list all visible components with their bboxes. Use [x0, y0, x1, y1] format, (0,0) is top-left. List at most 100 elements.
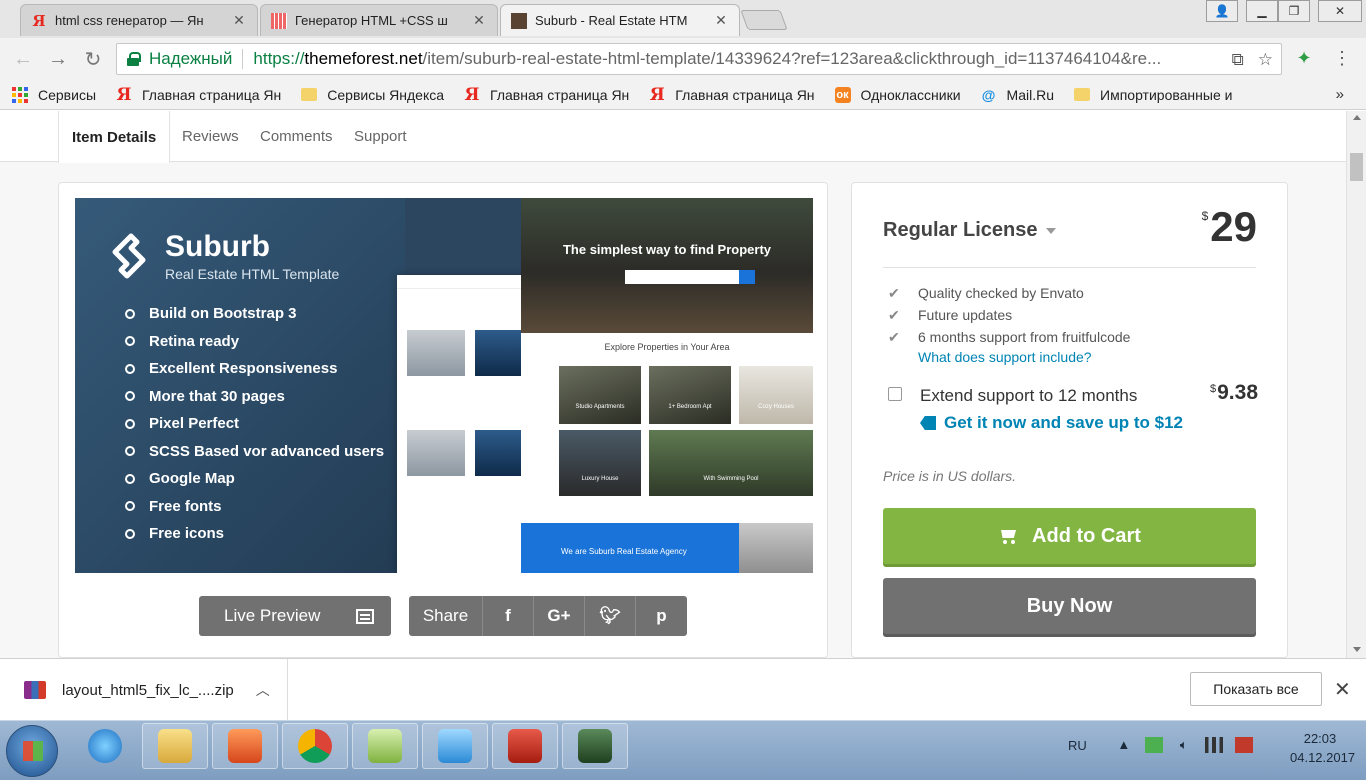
currency-symbol: $: [1201, 209, 1209, 223]
close-tab-icon[interactable]: ✕: [713, 12, 729, 29]
more-bookmarks-button[interactable]: »: [1336, 86, 1344, 103]
close-tab-icon[interactable]: ✕: [231, 12, 247, 29]
save-offer-link[interactable]: Get it now and save up to $12: [920, 413, 1183, 433]
tile-photo: Studio Apartments: [559, 366, 641, 424]
bookmark-yandex-services[interactable]: Сервисы Яндекса: [301, 87, 444, 103]
taskbar-doc[interactable]: [492, 723, 558, 769]
bookmark-label: Одноклассники: [860, 86, 961, 103]
bookmark-apps[interactable]: Сервисы: [12, 86, 97, 103]
bookmark-imported[interactable]: Импортированные и: [1074, 87, 1232, 103]
browser-tab-1[interactable]: Я html css генератор — Ян ✕: [20, 4, 258, 36]
chrome-icon: [298, 729, 332, 763]
taskbar-app[interactable]: [212, 723, 278, 769]
bookmark-yandex-1[interactable]: Я Главная страница Ян: [116, 85, 282, 105]
license-selector[interactable]: Regular License: [883, 219, 1056, 242]
brand-subtitle: Real Estate HTML Template: [165, 266, 340, 282]
bookmark-star-icon[interactable]: ☆: [1258, 50, 1273, 70]
forward-icon[interactable]: →: [45, 46, 71, 72]
live-preview-label: Live Preview: [224, 606, 321, 625]
bookmark-label: Сервисы: [38, 86, 97, 103]
page-scrollbar[interactable]: [1346, 111, 1366, 658]
mailru-icon: @: [981, 86, 996, 103]
taskbar-media[interactable]: [422, 723, 488, 769]
price: $ 29: [1202, 205, 1257, 249]
pinterest-icon[interactable]: p: [636, 596, 687, 636]
yandex-icon: Я: [464, 84, 480, 105]
bookmark-label: Mail.Ru: [1006, 86, 1055, 103]
volume-icon[interactable]: 🔈︎: [1175, 737, 1193, 753]
bookmark-odnoklassniki[interactable]: ок Одноклассники: [834, 86, 961, 103]
show-all-downloads-button[interactable]: Показать все: [1190, 672, 1322, 706]
system-clock[interactable]: 22:03 04.12.2017: [1290, 729, 1355, 767]
tab-reviews[interactable]: Reviews: [169, 111, 252, 162]
profile-icon[interactable]: 👤: [1206, 0, 1238, 22]
address-bar[interactable]: Надежный https:// themeforest.net /item/…: [116, 43, 1282, 75]
taskbar-explorer[interactable]: [142, 723, 208, 769]
homepage-mockup: The simplest way to find Property Explor…: [521, 198, 813, 573]
extension-icon[interactable]: ✦: [1292, 46, 1316, 70]
windows-taskbar: RU ▲ 🔈︎ 22:03 04.12.2017: [0, 720, 1366, 780]
tag-icon: [920, 416, 936, 430]
download-item[interactable]: layout_html5_fix_lc_....zip ︿: [0, 659, 288, 721]
close-tab-icon[interactable]: ✕: [471, 12, 487, 29]
feature-item: Build on Bootstrap 3: [125, 300, 384, 328]
share-label: Share: [409, 596, 483, 636]
minimize-button[interactable]: ▁: [1246, 0, 1278, 22]
tile-photo: Luxury House: [559, 430, 641, 496]
tile-label: Studio Apartments: [575, 404, 625, 410]
extend-support-label[interactable]: Extend support to 12 months: [920, 386, 1137, 406]
bookmark-yandex-3[interactable]: Я Главная страница Ян: [649, 85, 815, 105]
taskbar-ie[interactable]: [72, 723, 138, 769]
license-feature-text: 6 months support from fruitfulcode: [918, 329, 1131, 345]
bookmark-mailru[interactable]: @ Mail.Ru: [981, 87, 1054, 103]
support-info-link[interactable]: What does support include?: [918, 349, 1092, 365]
feature-item: Free icons: [125, 520, 384, 548]
feature-item: Google Map: [125, 465, 384, 493]
browser-tab-3[interactable]: Suburb - Real Estate HTM ✕: [500, 4, 740, 36]
preview-image[interactable]: Suburb Real Estate HTML Template Build o…: [75, 198, 813, 573]
preview-window-icon: [356, 608, 375, 624]
browser-tab-2[interactable]: Генератор HTML +CSS ш ✕: [260, 4, 498, 36]
url-path: /item/suburb-real-estate-html-template/1…: [422, 49, 1162, 68]
facebook-icon[interactable]: f: [483, 596, 534, 636]
brand-name: Suburb: [165, 230, 270, 263]
license-features: ✔ Quality checked by Envato ✔ Future updat…: [888, 282, 1130, 348]
bookmark-yandex-2[interactable]: Я Главная страница Ян: [464, 84, 630, 105]
language-indicator[interactable]: RU: [1068, 738, 1087, 753]
explore-title: Explore Properties in Your Area: [604, 342, 730, 352]
battery-icon[interactable]: [1234, 737, 1253, 753]
back-icon[interactable]: ←: [10, 46, 36, 72]
extend-support-checkbox[interactable]: [888, 387, 902, 401]
flag-icon[interactable]: [1144, 737, 1163, 753]
close-icon[interactable]: ✕: [1334, 677, 1351, 702]
buy-now-button[interactable]: Buy Now: [883, 578, 1256, 634]
translate-icon[interactable]: ⧉: [1232, 50, 1244, 70]
hero-search: [625, 270, 755, 284]
new-tab-button[interactable]: [740, 10, 788, 30]
network-icon[interactable]: [1204, 737, 1223, 753]
download-filename: layout_html5_fix_lc_....zip: [62, 681, 234, 699]
add-to-cart-button[interactable]: Add to Cart: [883, 508, 1256, 564]
close-window-button[interactable]: ✕: [1318, 0, 1362, 22]
live-preview-button[interactable]: Live Preview: [199, 596, 391, 636]
menu-icon[interactable]: ⋮: [1330, 46, 1354, 70]
taskbar-terminal[interactable]: [562, 723, 628, 769]
agency-photo: [739, 523, 813, 573]
scroll-up-icon[interactable]: [1353, 115, 1361, 120]
scroll-down-icon[interactable]: [1353, 647, 1361, 652]
tab-item-details[interactable]: Item Details: [58, 111, 171, 163]
tab-support[interactable]: Support: [341, 111, 420, 162]
chevron-up-icon[interactable]: ︿: [256, 680, 270, 700]
taskbar-notepad[interactable]: [352, 723, 418, 769]
start-button[interactable]: [6, 725, 58, 777]
restore-button[interactable]: ❐: [1278, 0, 1310, 22]
tray-expand-icon[interactable]: ▲: [1115, 737, 1133, 753]
tab-comments[interactable]: Comments: [247, 111, 346, 162]
google-plus-icon[interactable]: G+: [534, 596, 585, 636]
twitter-icon[interactable]: 🐦︎: [585, 596, 636, 636]
suburb-logo-icon: [107, 232, 151, 282]
tile-label: With Swimming Pool: [703, 476, 759, 482]
reload-icon[interactable]: ↻: [80, 46, 106, 72]
taskbar-chrome[interactable]: [282, 723, 348, 769]
scrollbar-thumb[interactable]: [1350, 153, 1363, 181]
